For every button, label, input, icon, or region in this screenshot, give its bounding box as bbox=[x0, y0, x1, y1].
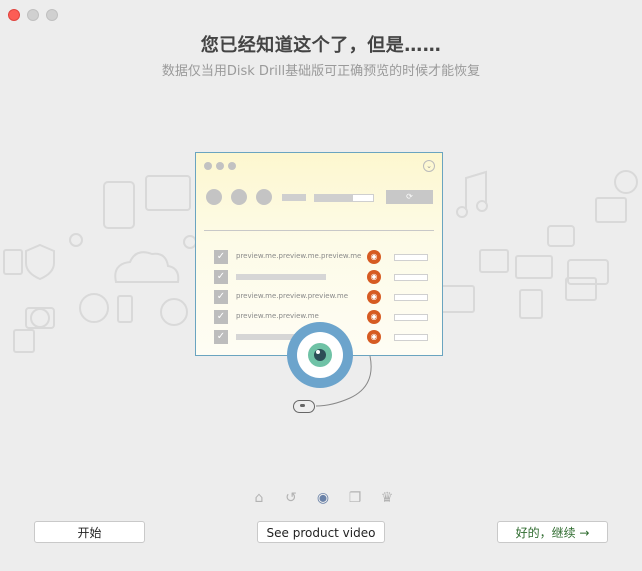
eye-icon[interactable]: ◉ bbox=[314, 490, 332, 506]
home-icon[interactable]: ⌂ bbox=[250, 490, 268, 506]
crown-icon[interactable]: ♛ bbox=[378, 490, 396, 506]
mouse-cord bbox=[315, 355, 372, 407]
mouse-icon bbox=[293, 400, 315, 413]
start-button[interactable]: 开始 bbox=[34, 521, 145, 543]
onboarding-window: 您已经知道这个了，但是…… 数据仅当用Disk Drill基础版可正确预览的时候… bbox=[0, 0, 642, 571]
continue-button[interactable]: 好的，继续 → bbox=[497, 521, 608, 543]
undo-icon[interactable]: ↺ bbox=[282, 490, 300, 506]
preview-eye-icon bbox=[287, 322, 353, 388]
see-product-video-button[interactable]: See product video bbox=[257, 521, 385, 543]
step-pager: ⌂ ↺ ◉ ❐ ♛ bbox=[250, 490, 396, 506]
copy-icon[interactable]: ❐ bbox=[346, 490, 364, 506]
